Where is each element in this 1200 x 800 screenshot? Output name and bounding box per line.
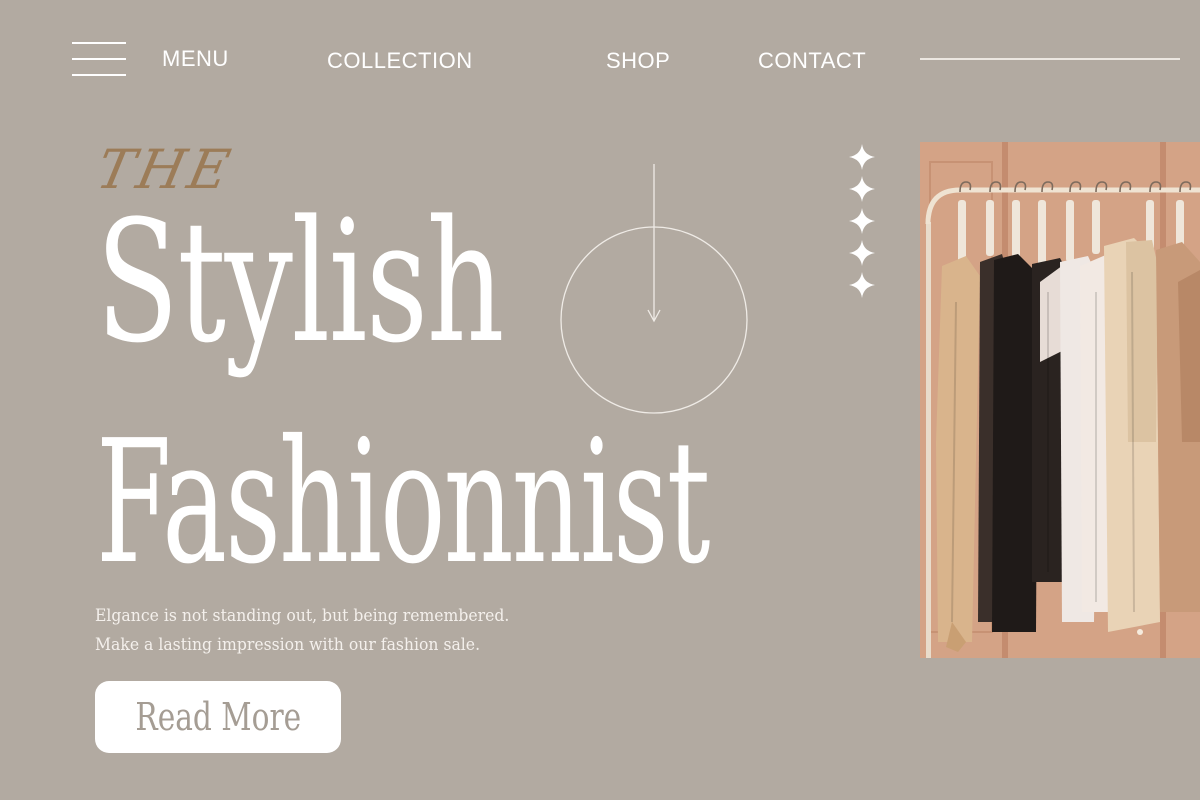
nav-collection[interactable]: COLLECTION [327, 48, 473, 74]
read-more-label: Read More [135, 695, 301, 739]
hero-title-line-1: Stylish [96, 184, 505, 380]
hamburger-line [72, 58, 126, 60]
nav-shop[interactable]: SHOP [606, 48, 670, 74]
read-more-button[interactable]: Read More [95, 681, 341, 753]
hero-title-line-2: Fashionnist [96, 404, 710, 602]
nav-divider-line [920, 58, 1180, 60]
sparkle-stars-icon [849, 144, 875, 298]
nav-contact[interactable]: CONTACT [758, 48, 866, 74]
nav-menu[interactable]: MENU [162, 46, 229, 72]
hamburger-icon[interactable] [72, 42, 126, 76]
clothing-rack-photo [920, 142, 1200, 658]
hero-tagline: Elgance is not standing out, but being r… [95, 606, 510, 655]
hamburger-line [72, 74, 126, 76]
arrow-down-circle-icon[interactable] [560, 160, 752, 418]
hamburger-line [72, 42, 126, 44]
